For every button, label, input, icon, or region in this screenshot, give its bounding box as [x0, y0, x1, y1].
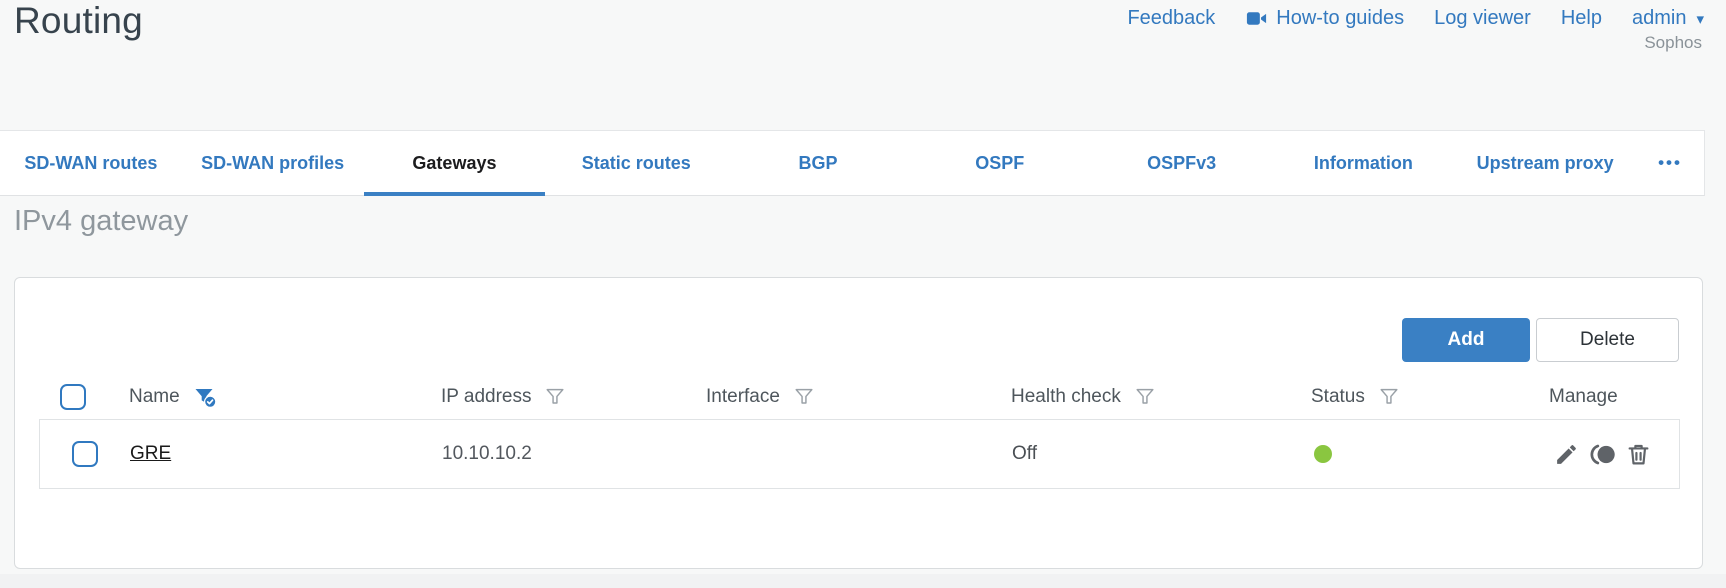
- tab-sd-wan-routes[interactable]: SD-WAN routes: [0, 131, 182, 195]
- cell-status: [1290, 445, 1528, 463]
- tab-sd-wan-profiles[interactable]: SD-WAN profiles: [182, 131, 364, 195]
- admin-menu-label: admin: [1631, 7, 1687, 29]
- how-to-guides-label: How-to guides: [1276, 7, 1405, 29]
- log-viewer-label: Log viewer: [1434, 7, 1531, 29]
- column-label: IP address: [441, 385, 532, 407]
- tab-label: BGP: [798, 152, 838, 173]
- help-link[interactable]: Help: [1561, 7, 1602, 30]
- admin-menu[interactable]: admin ▾: [1632, 7, 1704, 30]
- tab-upstream-proxy[interactable]: Upstream proxy: [1454, 131, 1636, 195]
- filter-icon[interactable]: [793, 386, 815, 408]
- column-label: Status: [1311, 385, 1365, 407]
- tab-label: Gateways: [412, 152, 497, 173]
- tab-label: Information: [1313, 152, 1413, 173]
- filter-icon[interactable]: [1378, 386, 1400, 408]
- table-body: GRE 10.10.10.2 Off: [39, 419, 1680, 489]
- column-label: Name: [129, 385, 180, 407]
- bottom-strip: [0, 574, 1726, 588]
- row-checkbox[interactable]: [72, 441, 98, 467]
- tab-label: OSPFv3: [1147, 152, 1217, 173]
- header-links: Feedback How-to guides Log viewer Help a…: [1127, 7, 1704, 30]
- filter-icon[interactable]: [1134, 386, 1156, 408]
- tab-label: SD-WAN profiles: [201, 152, 345, 173]
- column-label: Manage: [1549, 385, 1618, 407]
- feedback-link-label: Feedback: [1127, 7, 1216, 29]
- column-header-interface: Interface: [684, 386, 989, 408]
- video-camera-icon: [1245, 7, 1268, 30]
- tab-ospfv3[interactable]: OSPFv3: [1091, 131, 1273, 195]
- column-label: Health check: [1011, 385, 1121, 407]
- table-row: GRE 10.10.10.2 Off: [40, 420, 1679, 488]
- cell-manage: [1528, 442, 1681, 467]
- deactivate-icon[interactable]: [1588, 442, 1617, 467]
- delete-button[interactable]: Delete: [1536, 318, 1679, 362]
- column-header-manage: Manage: [1527, 386, 1680, 408]
- cell-name: GRE: [108, 443, 420, 465]
- tab-bar: SD-WAN routes SD-WAN profiles Gateways S…: [0, 130, 1705, 196]
- tab-gateways[interactable]: Gateways: [363, 131, 546, 196]
- tab-information[interactable]: Information: [1272, 131, 1454, 195]
- edit-icon[interactable]: [1554, 442, 1579, 467]
- active-tab-underline: [363, 192, 546, 196]
- column-header-status: Status: [1289, 386, 1527, 408]
- column-header-ip-address: IP address: [419, 386, 684, 408]
- filter-active-icon[interactable]: [193, 385, 218, 409]
- tab-ospf[interactable]: OSPF: [909, 131, 1091, 195]
- column-header-name: Name: [107, 385, 419, 409]
- log-viewer-link[interactable]: Log viewer: [1434, 7, 1531, 30]
- filter-icon[interactable]: [544, 386, 566, 408]
- tab-label: Upstream proxy: [1476, 152, 1614, 173]
- ipv4-gateway-panel: Add Delete Name IP address Interface Hea…: [14, 277, 1703, 569]
- tab-static-routes[interactable]: Static routes: [545, 131, 727, 195]
- section-heading: IPv4 gateway: [14, 205, 189, 237]
- delete-icon[interactable]: [1626, 442, 1651, 467]
- column-label: Interface: [706, 385, 780, 407]
- tab-label: Static routes: [581, 152, 691, 173]
- select-all-checkbox[interactable]: [60, 383, 86, 410]
- feedback-link[interactable]: Feedback: [1127, 7, 1215, 30]
- gateway-name-link[interactable]: GRE: [130, 443, 171, 464]
- add-button[interactable]: Add: [1402, 318, 1530, 362]
- status-up-dot: [1314, 445, 1332, 463]
- page-title: Routing: [14, 0, 143, 41]
- page-header: Routing Feedback How-to guides Log viewe…: [0, 0, 1726, 130]
- column-header-health-check: Health check: [989, 386, 1289, 408]
- tab-label: OSPF: [975, 152, 1025, 173]
- cell-health-check: Off: [1012, 443, 1037, 464]
- help-link-label: Help: [1560, 7, 1602, 29]
- tab-overflow-ellipsis-icon[interactable]: •••: [1636, 131, 1704, 195]
- tab-bgp[interactable]: BGP: [727, 131, 909, 195]
- brand-label: Sophos: [1644, 33, 1702, 52]
- how-to-guides-link[interactable]: How-to guides: [1245, 7, 1404, 30]
- table-header-row: Name IP address Interface Health check S…: [39, 374, 1680, 419]
- chevron-down-icon: ▾: [1696, 10, 1704, 28]
- cell-ip-address: 10.10.10.2: [442, 443, 532, 464]
- tab-label: SD-WAN routes: [24, 152, 158, 173]
